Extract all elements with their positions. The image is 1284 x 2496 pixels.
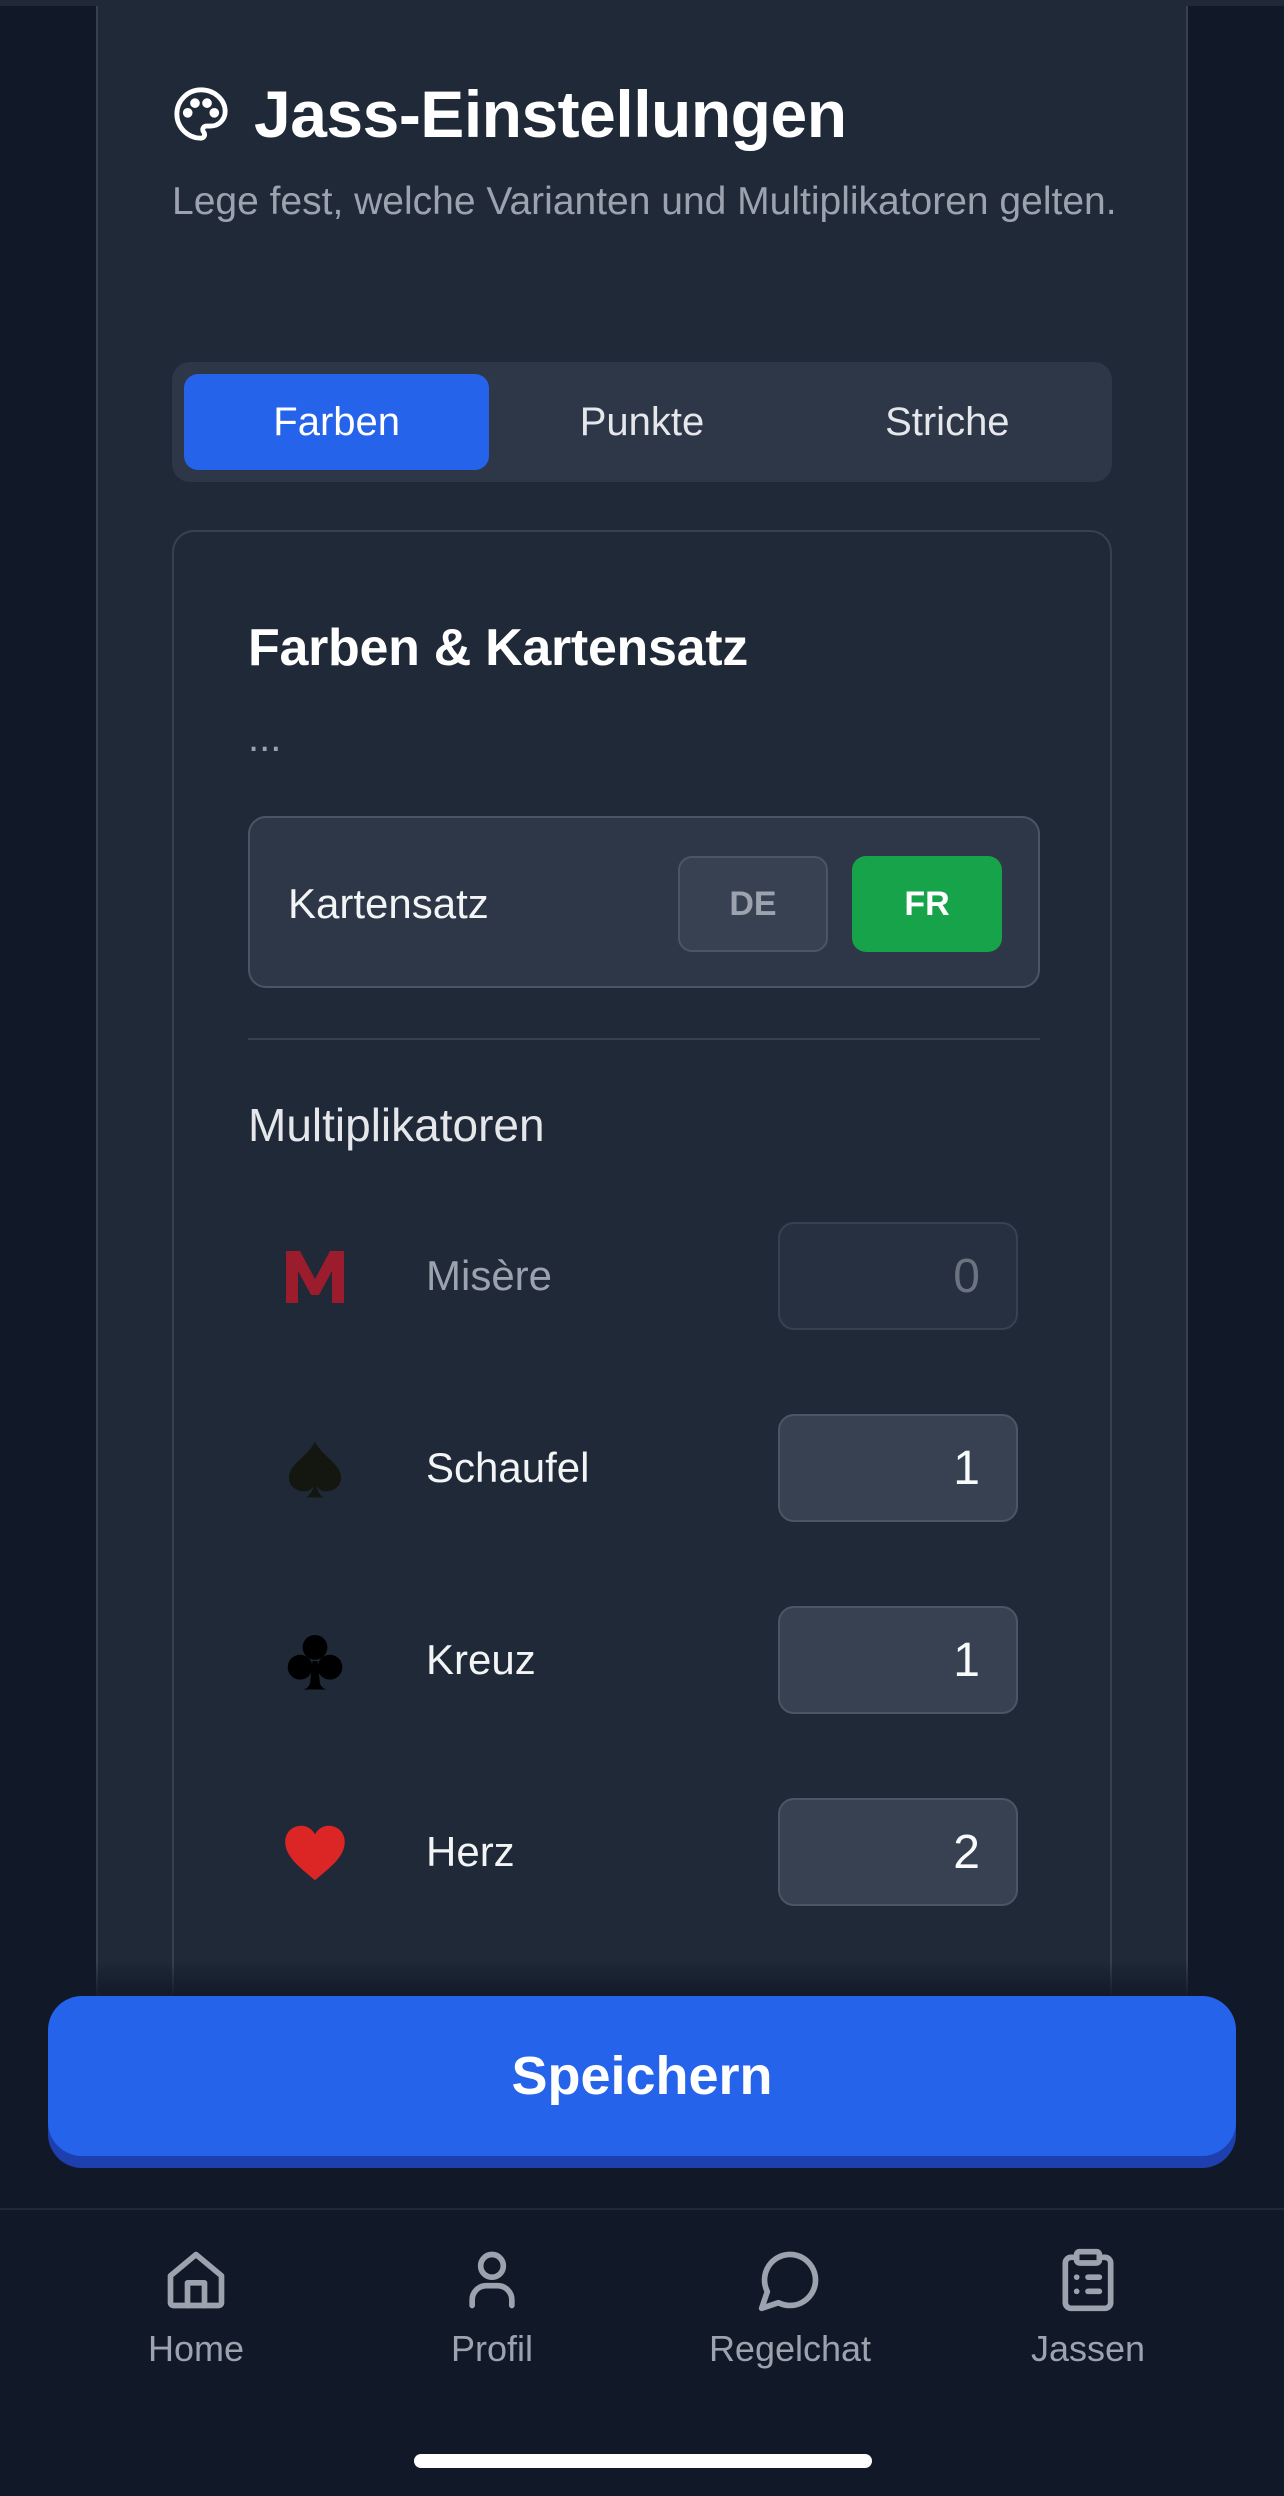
settings-tabs: Farben Punkte Striche bbox=[172, 362, 1112, 482]
deck-label: Kartensatz bbox=[288, 880, 489, 927]
nav-jassen[interactable]: Jassen bbox=[938, 2246, 1238, 2370]
multiplier-input-kreuz[interactable] bbox=[778, 1606, 1018, 1714]
home-icon bbox=[167, 2251, 225, 2309]
page-header: Jass-Einstellungen bbox=[172, 76, 847, 152]
panel-description: ... bbox=[248, 716, 282, 760]
page-title: Jass-Einstellungen bbox=[254, 77, 847, 151]
home-indicator bbox=[414, 2454, 872, 2468]
deck-fr-button[interactable]: FR bbox=[852, 856, 1002, 952]
page-subtitle: Lege fest, welche Varianten und Multipli… bbox=[172, 180, 1117, 223]
multiplier-row-kreuz: Kreuz bbox=[284, 1606, 1040, 1714]
palette-icon bbox=[174, 87, 228, 141]
tab-striche[interactable]: Striche bbox=[795, 374, 1100, 470]
nav-profil[interactable]: Profil bbox=[342, 2246, 642, 2370]
multiplier-label: Misère bbox=[426, 1252, 553, 1299]
nav-label: Home bbox=[147, 2328, 245, 2369]
bottom-navigation: Home Profil Regelchat Jassen bbox=[0, 2208, 1284, 2496]
misere-m-icon bbox=[284, 1246, 346, 1308]
multiplier-row-schaufel: Schaufel bbox=[284, 1414, 1040, 1522]
farben-panel: Farben & Kartensatz ... Kartensatz DE FR… bbox=[172, 530, 1112, 2010]
deck-de-button[interactable]: DE bbox=[678, 856, 828, 952]
multiplier-row-herz: Herz bbox=[284, 1798, 1040, 1906]
deck-selector: Kartensatz DE FR bbox=[248, 816, 1040, 988]
multiplier-label: Kreuz bbox=[426, 1636, 536, 1683]
multiplier-input-herz[interactable] bbox=[778, 1798, 1018, 1906]
save-bar: Speichern bbox=[0, 1996, 1284, 2208]
tab-farben[interactable]: Farben bbox=[184, 374, 490, 470]
club-icon bbox=[284, 1630, 346, 1692]
multiplier-input-misere[interactable] bbox=[778, 1222, 1018, 1330]
divider bbox=[248, 1038, 1040, 1040]
nav-label: Regelchat bbox=[708, 2328, 872, 2369]
panel-title: Farben & Kartensatz bbox=[248, 619, 748, 677]
heart-icon bbox=[284, 1822, 346, 1884]
nav-label: Jassen bbox=[1030, 2328, 1146, 2369]
multiplier-label: Schaufel bbox=[426, 1444, 590, 1491]
multiplier-label: Herz bbox=[426, 1828, 515, 1875]
nav-regelchat[interactable]: Regelchat bbox=[640, 2246, 940, 2370]
nav-label: Profil bbox=[450, 2328, 534, 2369]
clipboard-icon bbox=[1062, 2248, 1114, 2312]
multiplier-input-schaufel[interactable] bbox=[778, 1414, 1018, 1522]
multipliers-title: Multiplikatoren bbox=[248, 1099, 545, 1151]
nav-home[interactable]: Home bbox=[46, 2246, 346, 2370]
multiplier-row-misere: Misère bbox=[284, 1222, 1040, 1330]
save-button[interactable]: Speichern bbox=[48, 1996, 1236, 2156]
tab-punkte[interactable]: Punkte bbox=[489, 374, 794, 470]
user-icon bbox=[469, 2251, 515, 2309]
scroll-fade bbox=[0, 1960, 1284, 2000]
spade-icon bbox=[284, 1438, 346, 1500]
chat-bubble-icon bbox=[758, 2251, 819, 2312]
